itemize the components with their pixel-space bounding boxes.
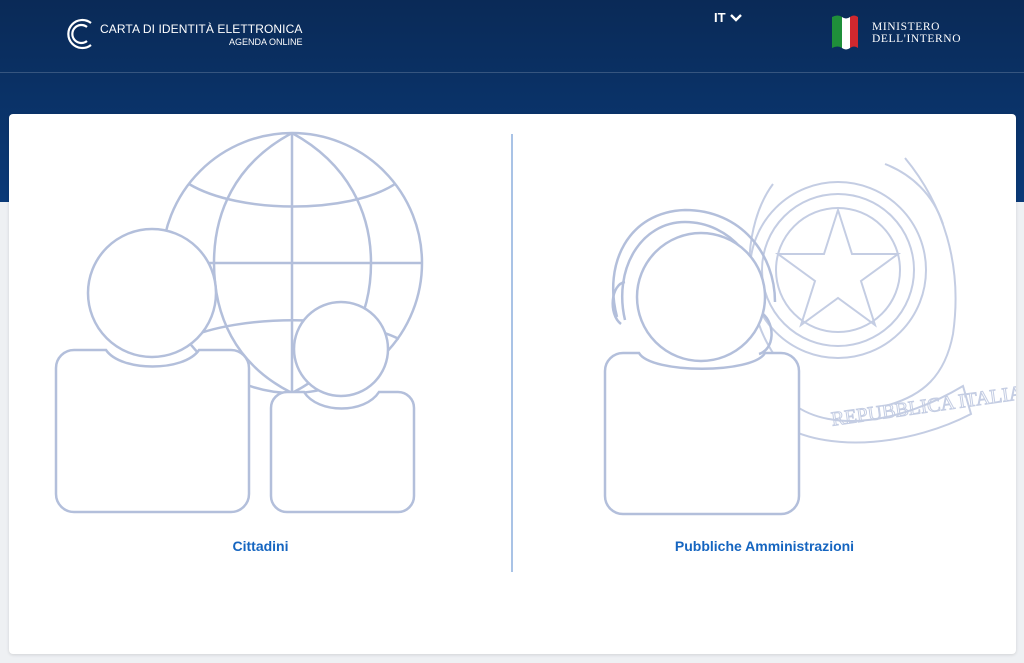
italian-flag-icon <box>832 15 858 50</box>
brand-title: CARTA DI IDENTITÀ ELETTRONICA <box>100 21 303 36</box>
cie-logo-icon <box>67 18 92 50</box>
brand-subtitle: AGENDA ONLINE <box>228 36 303 47</box>
option-public-administration[interactable]: REPUBBLICA ITALIANA Pubbliche Amministra… <box>513 114 1016 654</box>
public-administration-icon: REPUBBLICA ITALIANA <box>603 157 1016 516</box>
citizens-globe-icon <box>54 131 424 514</box>
top-navigation-bar: CARTA DI IDENTITÀ ELETTRONICA AGENDA ONL… <box>0 0 1024 73</box>
option-citizens[interactable]: Cittadini <box>9 114 512 654</box>
language-label: IT <box>714 10 726 25</box>
citizens-label[interactable]: Cittadini <box>9 538 512 554</box>
operator-headset-figure <box>603 208 801 516</box>
ministry-logo-link[interactable]: MINISTERO DELL'INTERNO <box>830 14 961 51</box>
user-type-selection-card: Cittadini REPUBBLICA ITALIANA Pubbliche … <box>9 114 1016 654</box>
brand-logo-link[interactable]: CARTA DI IDENTITÀ ELETTRONICA AGENDA ONL… <box>64 14 302 54</box>
chevron-down-icon <box>729 13 742 22</box>
ministry-name-line2: DELL'INTERNO <box>872 32 962 45</box>
ministry-name-line1: MINISTERO <box>872 20 941 33</box>
language-selector[interactable]: IT <box>714 10 742 25</box>
public-administration-label[interactable]: Pubbliche Amministrazioni <box>513 538 1016 554</box>
emblem-text: REPUBBLICA ITALIANA <box>830 378 1016 431</box>
